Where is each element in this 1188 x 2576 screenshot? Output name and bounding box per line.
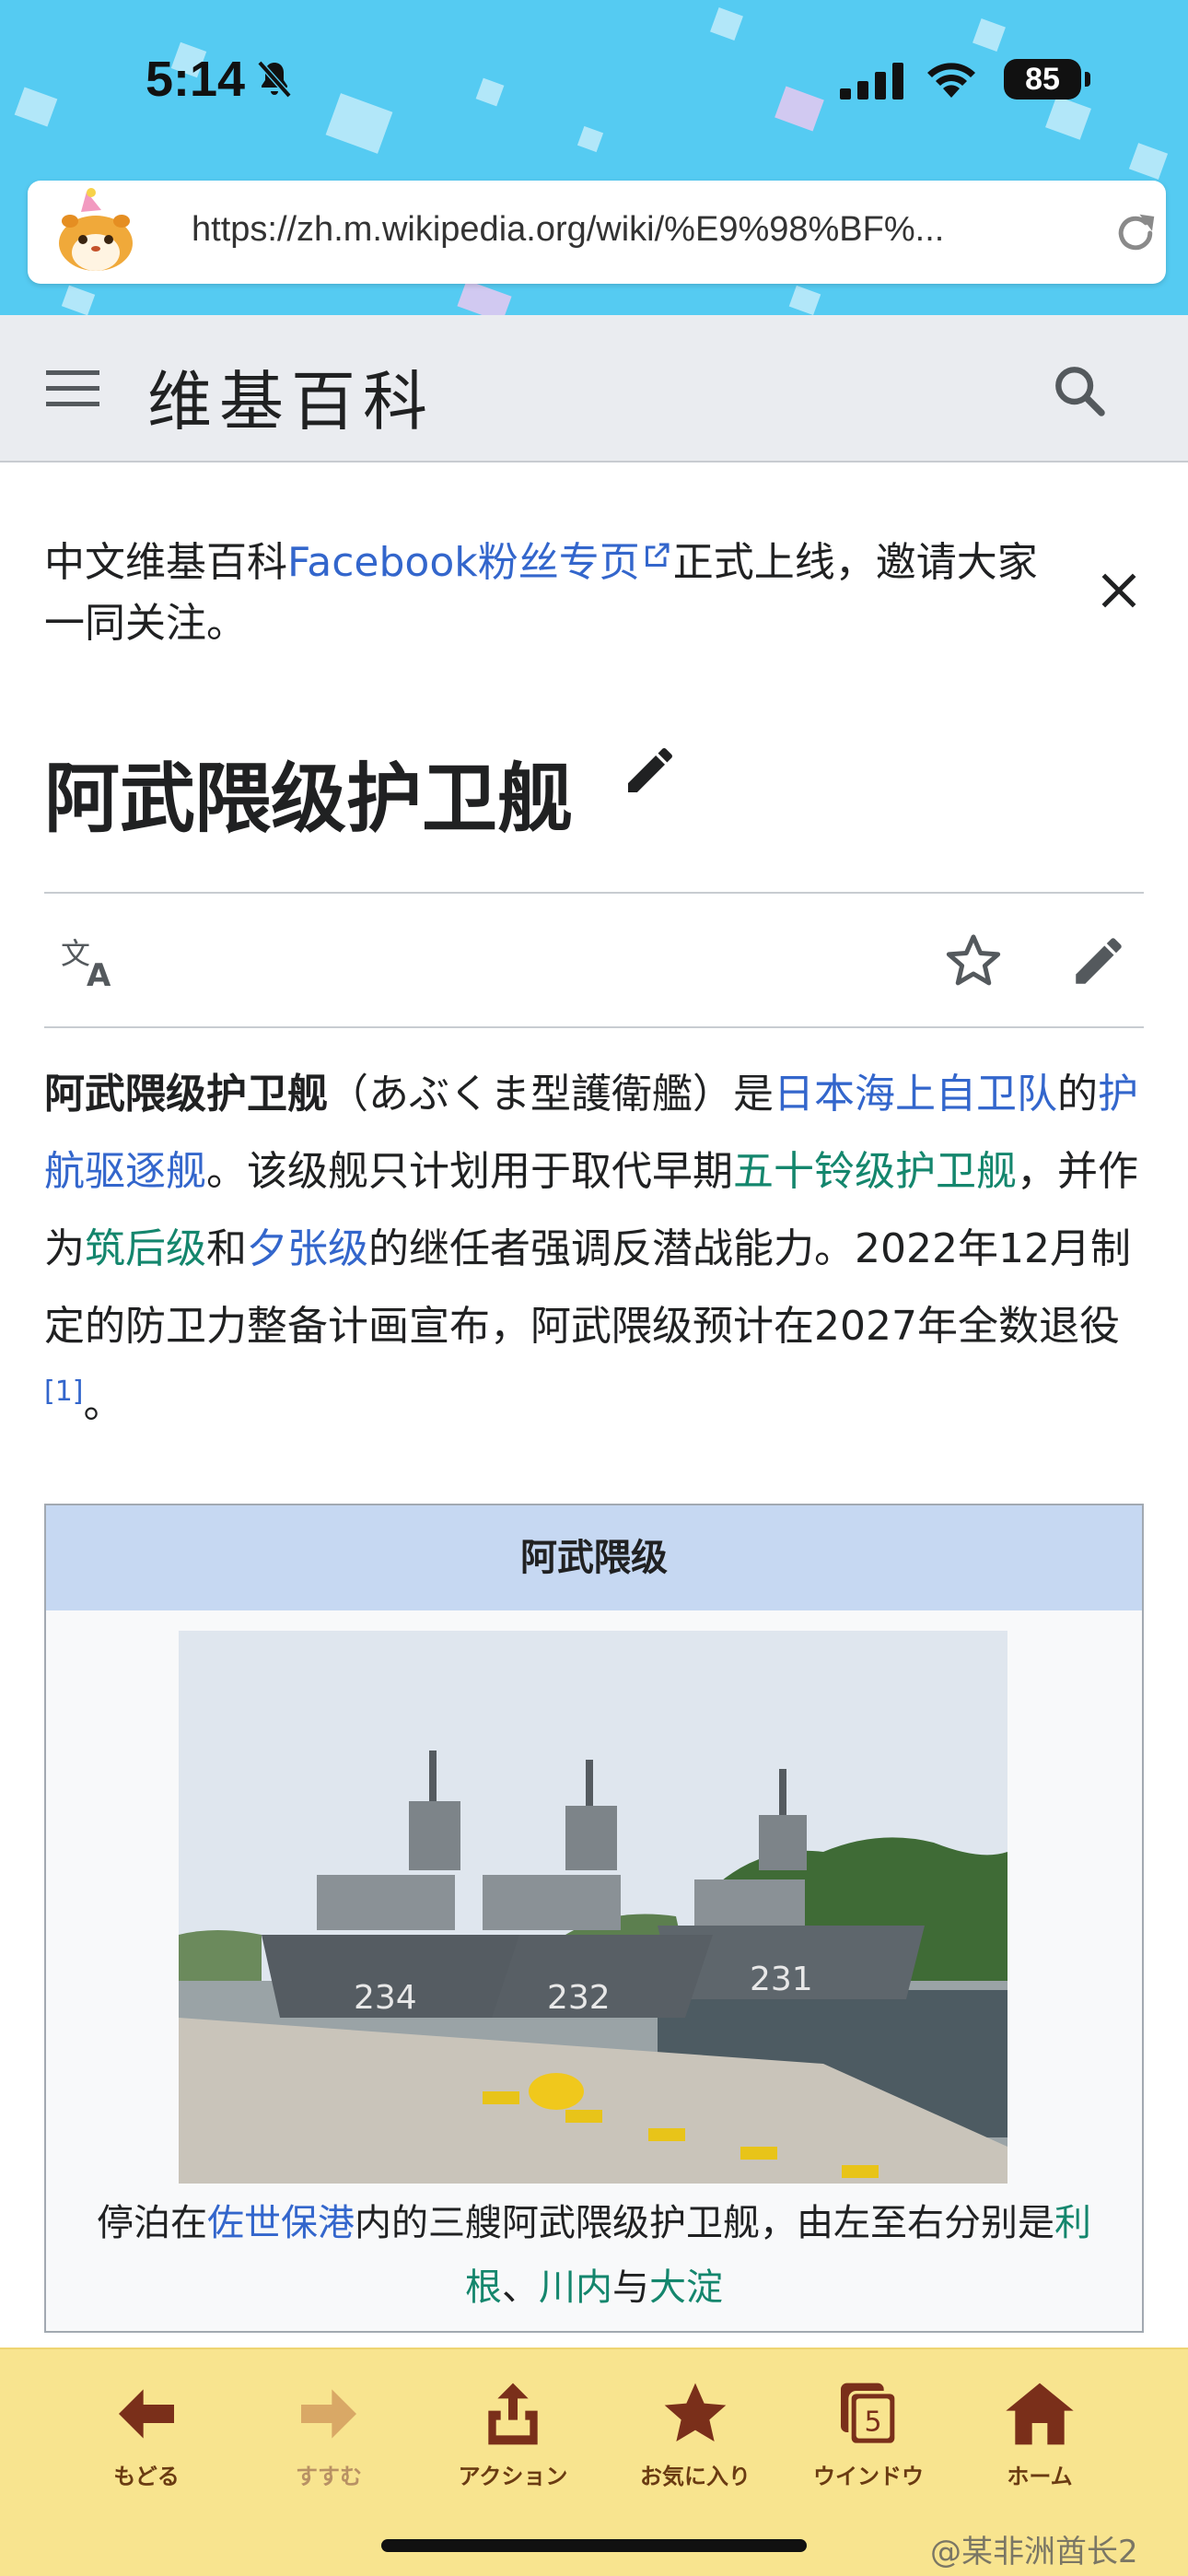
caption-text: 与 [612,2266,649,2309]
back-button[interactable]: もどる [59,2377,234,2506]
url-text[interactable]: https://zh.m.wikipedia.org/wiki/%E9%98%B… [192,210,1085,250]
star-watch-icon[interactable] [943,931,1004,991]
caption-text: 内的三艘阿武隈级护卫舰，由左至右分别是 [355,2202,1054,2244]
page-title: 阿武隈级护卫舰 [44,755,574,843]
signal-icon [840,63,903,100]
link-yubari-class[interactable]: 夕张级 [247,1225,368,1272]
share-label: アクション [458,2464,568,2489]
confetti-decoration [61,285,96,315]
bell-off-icon [257,60,292,99]
reload-icon[interactable] [1111,208,1160,258]
wiki-wordmark[interactable]: 维基百科 [147,350,435,443]
ship-photo[interactable]: 231 232 234 [179,1631,1007,2184]
link-yodo[interactable]: 大淀 [649,2266,723,2309]
facebook-page-link[interactable]: Facebook粉丝专页 [287,539,640,586]
windows-button[interactable]: 5 ウインドウ [781,2377,956,2506]
link-sendai[interactable]: 川内 [539,2266,612,2309]
forward-label: すすむ [296,2464,362,2489]
wifi-icon [927,63,975,98]
hull-number-231: 231 [750,1961,813,1998]
pencil-edit-icon[interactable] [621,741,680,800]
caption-text: 、 [502,2266,539,2309]
page-actions-bar: 文 A [44,892,1144,1028]
close-icon[interactable] [1096,568,1142,614]
lead-text: 。 [83,1380,124,1427]
site-notice-banner: 中文维基百科Facebook粉丝专页 正式上线，邀请大家一同关注。 [44,533,1057,654]
lead-text: 和 [206,1225,247,1272]
star-icon [664,2383,727,2441]
link-isuzu-class[interactable]: 五十铃级护卫舰 [733,1148,1017,1195]
url-bar[interactable]: https://zh.m.wikipedia.org/wiki/%E9%98%B… [28,181,1166,284]
battery-indicator: 85 [1004,59,1090,100]
svg-text:A: A [87,957,111,989]
lead-text: 的 [1057,1071,1098,1118]
browser-top-chrome: 5:14 85 https://zh.m.wikipedia.org/wiki/… [0,0,1188,315]
home-label: ホーム [1007,2464,1073,2489]
wiki-header: 维基百科 [0,315,1188,463]
language-icon[interactable]: 文 A [59,936,120,989]
menu-icon[interactable] [46,367,99,411]
windows-label: ウインドウ [813,2464,924,2489]
link-chikugo-class[interactable]: 筑后级 [85,1225,206,1272]
share-button[interactable]: アクション [425,2377,600,2506]
home-button[interactable]: ホーム [952,2377,1127,2506]
hull-number-232: 232 [547,1979,611,2017]
lead-bold-title: 阿武隈级护卫舰 [44,1071,328,1118]
caption-text: 停泊在 [97,2202,207,2244]
lead-paragraph: 阿武隈级护卫舰（あぶくま型護衛艦）是日本海上自卫队的护航驱逐舰。该级舰只计划用于… [44,1056,1146,1443]
status-time: 5:14 [146,52,246,107]
confetti-decoration [457,280,512,315]
back-arrow-icon [119,2389,174,2439]
home-indicator[interactable] [381,2539,807,2552]
favorites-label: お気に入り [640,2464,751,2489]
external-link-icon [645,543,670,567]
infobox-header: 阿武隈级 [46,1505,1142,1610]
watermark-text: @某非洲酋长2 [930,2534,1138,2570]
share-icon [488,2383,538,2445]
pencil-edit-icon[interactable] [1068,931,1129,991]
status-bar: 5:14 85 [0,0,1188,166]
search-icon[interactable] [1050,361,1109,420]
window-count: 5 [864,2406,881,2438]
lead-text: （あぶくま型護衛艦）是 [328,1071,774,1118]
back-label: もどる [113,2464,180,2489]
guinea-pig-avatar-icon[interactable] [50,186,142,278]
confetti-decoration [788,285,821,315]
forward-arrow-icon [301,2389,356,2439]
hull-number-234: 234 [354,1979,417,2017]
link-sasebo-port[interactable]: 佐世保港 [207,2202,355,2244]
infobox: 阿武隈级 231 232 234 停泊在佐世保港内的三艘阿武隈级护卫舰，由左至右… [44,1504,1144,2333]
home-icon [1006,2383,1074,2445]
reference-link[interactable]: [1] [44,1376,84,1408]
favorites-button[interactable]: お気に入り [608,2377,783,2506]
link-jmsdf[interactable]: 日本海上自卫队 [774,1071,1057,1118]
windows-icon: 5 [841,2383,898,2446]
notice-text-before: 中文维基百科 [44,539,287,586]
ship-photo-illustration: 231 232 234 [179,1631,1007,2184]
forward-button[interactable]: すすむ [241,2377,416,2506]
image-caption: 停泊在佐世保港内的三艘阿武隈级护卫舰，由左至右分别是利根、川内与大淀 [64,2191,1124,2320]
lead-text: 。该级舰只计划用于取代早期 [206,1148,733,1195]
